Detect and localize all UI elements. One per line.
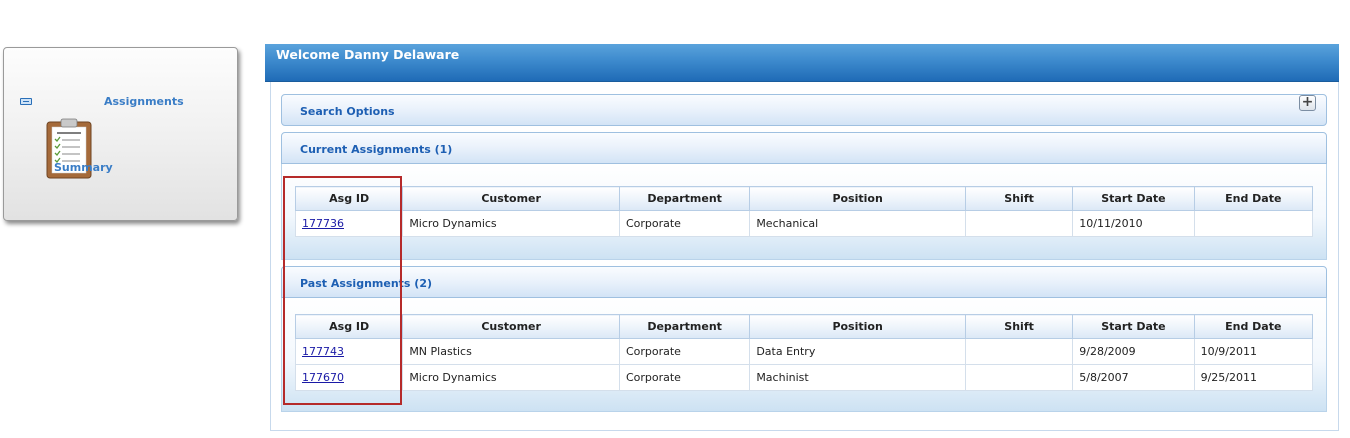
past-assignments-bar[interactable]: Past Assignments (2) xyxy=(281,266,1327,298)
current-assignments-table: Asg ID Customer Department Position Shif… xyxy=(294,186,1314,237)
table-header-row: Asg ID Customer Department Position Shif… xyxy=(294,186,1314,211)
asg-id-cell: 177743 xyxy=(294,338,404,365)
search-options-bar[interactable]: Search Options + xyxy=(281,94,1327,126)
table-header-row: Asg ID Customer Department Position Shif… xyxy=(294,314,1314,339)
current-assignments-panel: Asg ID Customer Department Position Shif… xyxy=(281,164,1327,260)
past-assignments-table: Asg ID Customer Department Position Shif… xyxy=(294,314,1314,391)
expand-plus-icon[interactable]: + xyxy=(1299,95,1316,111)
column-header-position[interactable]: Position xyxy=(749,186,966,211)
column-header-shift[interactable]: Shift xyxy=(964,314,1074,339)
shift-cell xyxy=(964,210,1074,237)
nav-item-summary[interactable]: Summary xyxy=(54,161,113,174)
table-row: 177743 MN Plastics Corporate Data Entry … xyxy=(294,338,1314,365)
column-header-customer[interactable]: Customer xyxy=(402,314,620,339)
position-cell: Data Entry xyxy=(749,338,966,365)
department-cell: Corporate xyxy=(618,210,751,237)
collapse-toggle-icon[interactable] xyxy=(20,98,32,105)
column-header-position[interactable]: Position xyxy=(749,314,966,339)
column-header-end-date[interactable]: End Date xyxy=(1193,314,1314,339)
position-cell: Machinist xyxy=(749,364,966,391)
end-date-cell xyxy=(1193,210,1314,237)
nav-panel xyxy=(3,47,238,221)
table-row: 177736 Micro Dynamics Corporate Mechanic… xyxy=(294,210,1314,237)
shift-cell xyxy=(964,364,1074,391)
column-header-asg-id[interactable]: Asg ID xyxy=(294,314,404,339)
customer-cell: Micro Dynamics xyxy=(402,364,620,391)
column-header-department[interactable]: Department xyxy=(618,314,751,339)
search-options-title[interactable]: Search Options xyxy=(300,105,395,118)
past-assignments-title[interactable]: Past Assignments (2) xyxy=(300,277,432,290)
start-date-cell: 5/8/2007 xyxy=(1072,364,1195,391)
asg-id-cell: 177736 xyxy=(294,210,404,237)
column-header-end-date[interactable]: End Date xyxy=(1193,186,1314,211)
column-header-customer[interactable]: Customer xyxy=(402,186,620,211)
asg-id-link[interactable]: 177670 xyxy=(302,371,344,384)
department-cell: Corporate xyxy=(618,338,751,365)
current-assignments-title[interactable]: Current Assignments (1) xyxy=(300,143,452,156)
start-date-cell: 9/28/2009 xyxy=(1072,338,1195,365)
end-date-cell: 10/9/2011 xyxy=(1193,338,1314,365)
asg-id-cell: 177670 xyxy=(294,364,404,391)
welcome-header: Welcome Danny Delaware xyxy=(265,44,1339,82)
department-cell: Corporate xyxy=(618,364,751,391)
column-header-start-date[interactable]: Start Date xyxy=(1072,186,1195,211)
table-row: 177670 Micro Dynamics Corporate Machinis… xyxy=(294,364,1314,391)
end-date-cell: 9/25/2011 xyxy=(1193,364,1314,391)
position-cell: Mechanical xyxy=(749,210,966,237)
past-assignments-panel: Asg ID Customer Department Position Shif… xyxy=(281,298,1327,412)
current-assignments-bar[interactable]: Current Assignments (1) xyxy=(281,132,1327,164)
asg-id-link[interactable]: 177736 xyxy=(302,217,344,230)
welcome-title: Welcome Danny Delaware xyxy=(276,47,460,62)
nav-item-assignments[interactable]: Assignments xyxy=(104,95,184,108)
column-header-start-date[interactable]: Start Date xyxy=(1072,314,1195,339)
asg-id-link[interactable]: 177743 xyxy=(302,345,344,358)
customer-cell: Micro Dynamics xyxy=(402,210,620,237)
shift-cell xyxy=(964,338,1074,365)
column-header-department[interactable]: Department xyxy=(618,186,751,211)
start-date-cell: 10/11/2010 xyxy=(1072,210,1195,237)
column-header-asg-id[interactable]: Asg ID xyxy=(294,186,404,211)
column-header-shift[interactable]: Shift xyxy=(964,186,1074,211)
customer-cell: MN Plastics xyxy=(402,338,620,365)
